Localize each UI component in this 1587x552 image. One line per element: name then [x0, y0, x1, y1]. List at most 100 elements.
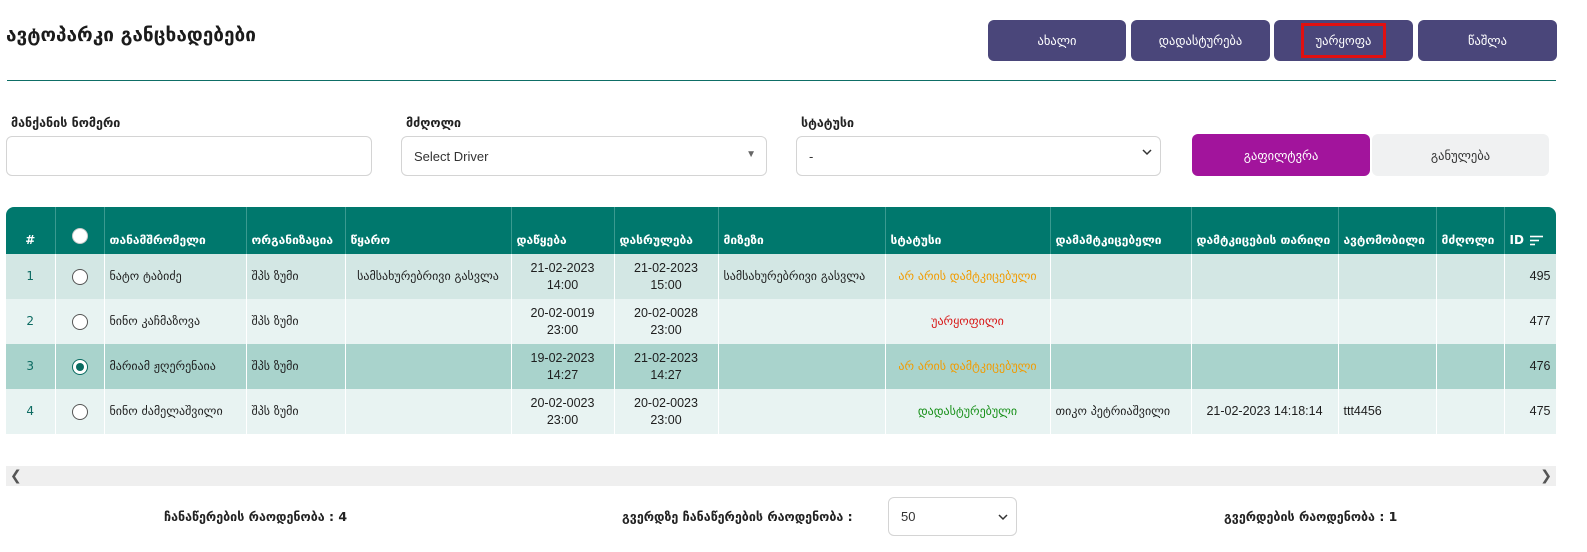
row-approver	[1050, 344, 1192, 389]
row-id: 476	[1504, 344, 1557, 389]
row-start-date: 21-02-2023	[530, 260, 595, 275]
sort-icon[interactable]	[1529, 235, 1543, 246]
row-source: სამსახურებრივი გასვლა	[345, 254, 512, 299]
row-driver	[1436, 299, 1505, 344]
row-start: 20-02-0023 23:00	[511, 389, 615, 434]
col-employee[interactable]: თანამშრომელი	[104, 207, 247, 254]
header-divider	[7, 80, 1556, 81]
row-organization: შპს ზუმი	[246, 254, 346, 299]
row-driver	[1436, 344, 1505, 389]
row-radio[interactable]	[71, 358, 88, 375]
table-row[interactable]: 3 მარიამ ჟღერენაია შპს ზუმი 19-02-2023 14…	[6, 344, 1557, 389]
filter-button[interactable]: გაფილტვრა	[1192, 134, 1370, 176]
requests-table-wrap: # თანამშრომელი ორგანიზაცია წყარო დაწყება…	[6, 207, 1557, 434]
row-organization: შპს ზუმი	[246, 389, 346, 434]
row-radio[interactable]	[71, 313, 88, 330]
row-organization: შპს ზუმი	[246, 299, 346, 344]
table-row[interactable]: 1 ნატო ტაბიძე შპს ზუმი სამსახურებრივი გა…	[6, 254, 1557, 299]
col-car[interactable]: ავტომობილი	[1338, 207, 1437, 254]
row-start-time: 23:00	[546, 322, 579, 337]
per-page-value: 50	[901, 509, 916, 524]
row-select[interactable]	[55, 389, 105, 434]
per-page-select[interactable]: 50	[888, 497, 1017, 536]
status-label: სტატუსი	[801, 115, 855, 130]
row-start-date: 20-02-0019	[530, 305, 595, 320]
reject-button-label: უარყოფა	[1300, 23, 1387, 58]
reset-button[interactable]: განულება	[1372, 134, 1549, 176]
row-employee: ნინო ძამელაშვილი	[104, 389, 247, 434]
col-id[interactable]: ID	[1504, 207, 1556, 254]
row-end-date: 20-02-0023	[634, 395, 698, 410]
approve-button[interactable]: დადასტურება	[1131, 20, 1270, 61]
col-status[interactable]: სტატუსი	[885, 207, 1051, 254]
col-driver[interactable]: მძღოლი	[1436, 207, 1505, 254]
row-radio[interactable]	[71, 403, 88, 420]
row-reason	[718, 299, 886, 344]
row-end-time: 15:00	[650, 277, 682, 292]
col-start[interactable]: დაწყება	[511, 207, 615, 254]
col-organization[interactable]: ორგანიზაცია	[246, 207, 346, 254]
chevron-down-icon	[998, 514, 1008, 521]
row-car	[1338, 344, 1437, 389]
row-end-time: 14:27	[650, 367, 682, 382]
col-select-all[interactable]	[55, 207, 105, 254]
row-end: 20-02-0023 23:00	[614, 389, 719, 434]
new-button[interactable]: ახალი	[988, 20, 1126, 61]
row-status: არ არის დამტკიცებული	[885, 254, 1051, 299]
col-id-label: ID	[1509, 233, 1524, 247]
row-select[interactable]	[55, 254, 105, 299]
row-end-date: 21-02-2023	[634, 350, 698, 365]
delete-button[interactable]: წაშლა	[1418, 20, 1557, 61]
row-car: ttt4456	[1338, 389, 1437, 434]
driver-select[interactable]: Select Driver ▼	[401, 136, 767, 176]
row-reason	[718, 389, 886, 434]
row-select[interactable]	[55, 299, 105, 344]
row-driver	[1436, 254, 1505, 299]
scroll-right-icon[interactable]: ❯	[1540, 468, 1552, 484]
row-end: 21-02-2023 15:00	[614, 254, 719, 299]
horizontal-scrollbar[interactable]: ❮ ❯	[6, 466, 1556, 486]
row-start: 20-02-0019 23:00	[511, 299, 615, 344]
table-row[interactable]: 2 ნინო კაჩმაზოვა შპს ზუმი 20-02-0019 23:0…	[6, 299, 1557, 344]
row-car	[1338, 299, 1437, 344]
row-select[interactable]	[55, 344, 105, 389]
select-all-radio[interactable]	[71, 228, 88, 244]
row-start: 21-02-2023 14:00	[511, 254, 615, 299]
row-source	[345, 389, 512, 434]
row-approval-date: 21-02-2023 14:18:14	[1191, 389, 1339, 434]
status-select[interactable]: -	[796, 136, 1161, 176]
delete-button-label: წაშლა	[1468, 33, 1507, 48]
col-approval-date[interactable]: დამტკიცების თარიღი	[1191, 207, 1339, 254]
per-page-label: გვერდზე ჩანაწერების რაოდენობა :	[622, 509, 853, 524]
row-approver	[1050, 299, 1192, 344]
row-end-time: 23:00	[650, 412, 682, 427]
caret-down-icon: ▼	[746, 149, 756, 160]
row-num: 1	[6, 254, 56, 299]
col-reason[interactable]: მიზეზი	[718, 207, 886, 254]
row-approval-date	[1191, 344, 1339, 389]
approve-button-label: დადასტურება	[1158, 33, 1243, 48]
scroll-left-icon[interactable]: ❮	[10, 468, 22, 484]
row-num: 2	[6, 299, 56, 344]
row-end: 20-02-0028 23:00	[614, 299, 719, 344]
row-radio[interactable]	[71, 268, 88, 285]
row-organization: შპს ზუმი	[246, 344, 346, 389]
row-end: 21-02-2023 14:27	[614, 344, 719, 389]
car-number-input[interactable]	[6, 136, 372, 176]
table-row[interactable]: 4 ნინო ძამელაშვილი შპს ზუმი 20-02-0023 23…	[6, 389, 1557, 434]
row-status: არ არის დამტკიცებული	[885, 344, 1051, 389]
row-num: 4	[6, 389, 56, 434]
col-approver[interactable]: დამამტკიცებელი	[1050, 207, 1192, 254]
reject-button[interactable]: უარყოფა	[1274, 20, 1413, 61]
driver-label: მძღოლი	[406, 115, 462, 130]
col-end[interactable]: დასრულება	[614, 207, 719, 254]
row-start-time: 23:00	[546, 412, 579, 427]
requests-table: # თანამშრომელი ორგანიზაცია წყარო დაწყება…	[6, 207, 1557, 434]
page-title: ავტოპარკი განცხადებები	[6, 24, 256, 46]
row-id: 495	[1504, 254, 1557, 299]
row-employee: ნატო ტაბიძე	[104, 254, 247, 299]
row-reason: სამსახურებრივი გასვლა	[718, 254, 886, 299]
row-end-time: 23:00	[650, 322, 682, 337]
row-start: 19-02-2023 14:27	[511, 344, 615, 389]
col-source[interactable]: წყარო	[345, 207, 512, 254]
